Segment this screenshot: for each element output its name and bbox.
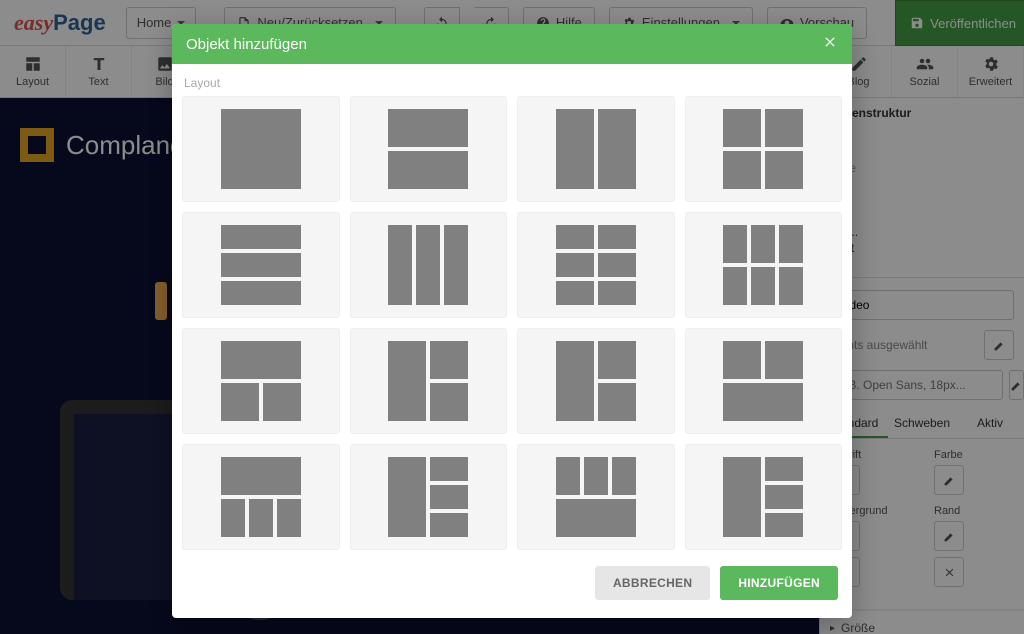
layout-template-top-2bottom[interactable] (182, 328, 340, 434)
layout-template-3rows[interactable] (182, 212, 340, 318)
modal-overlay[interactable]: Objekt hinzufügen Layout (0, 0, 1024, 634)
layout-template-left-3right[interactable] (350, 444, 508, 550)
layout-template-3top-bottom[interactable] (517, 444, 675, 550)
layout-templates-grid (182, 96, 842, 550)
modal-title: Objekt hinzufügen (186, 36, 307, 53)
layout-template-3x2[interactable] (685, 212, 843, 318)
modal-footer: ABBRECHEN HINZUFÜGEN (172, 550, 852, 618)
layout-template-2top-bottom[interactable] (685, 328, 843, 434)
layout-template-2left-right[interactable] (517, 328, 675, 434)
layout-template-2rows[interactable] (350, 96, 508, 202)
layout-template-left-2right[interactable] (350, 328, 508, 434)
modal-section-label: Layout (182, 74, 842, 96)
layout-template-2x2[interactable] (685, 96, 843, 202)
layout-template-top-3bottom[interactable] (182, 444, 340, 550)
layout-template-3left-right[interactable] (685, 444, 843, 550)
modal-cancel-button[interactable]: ABBRECHEN (595, 566, 710, 600)
layout-template-2cols[interactable] (517, 96, 675, 202)
modal-header: Objekt hinzufügen (172, 24, 852, 64)
layout-template-2x3[interactable] (517, 212, 675, 318)
close-icon (822, 34, 838, 50)
add-object-modal: Objekt hinzufügen Layout (172, 24, 852, 618)
modal-close-button[interactable] (822, 34, 838, 55)
layout-template-1x1[interactable] (182, 96, 340, 202)
modal-add-button[interactable]: HINZUFÜGEN (720, 566, 838, 600)
layout-template-3cols[interactable] (350, 212, 508, 318)
